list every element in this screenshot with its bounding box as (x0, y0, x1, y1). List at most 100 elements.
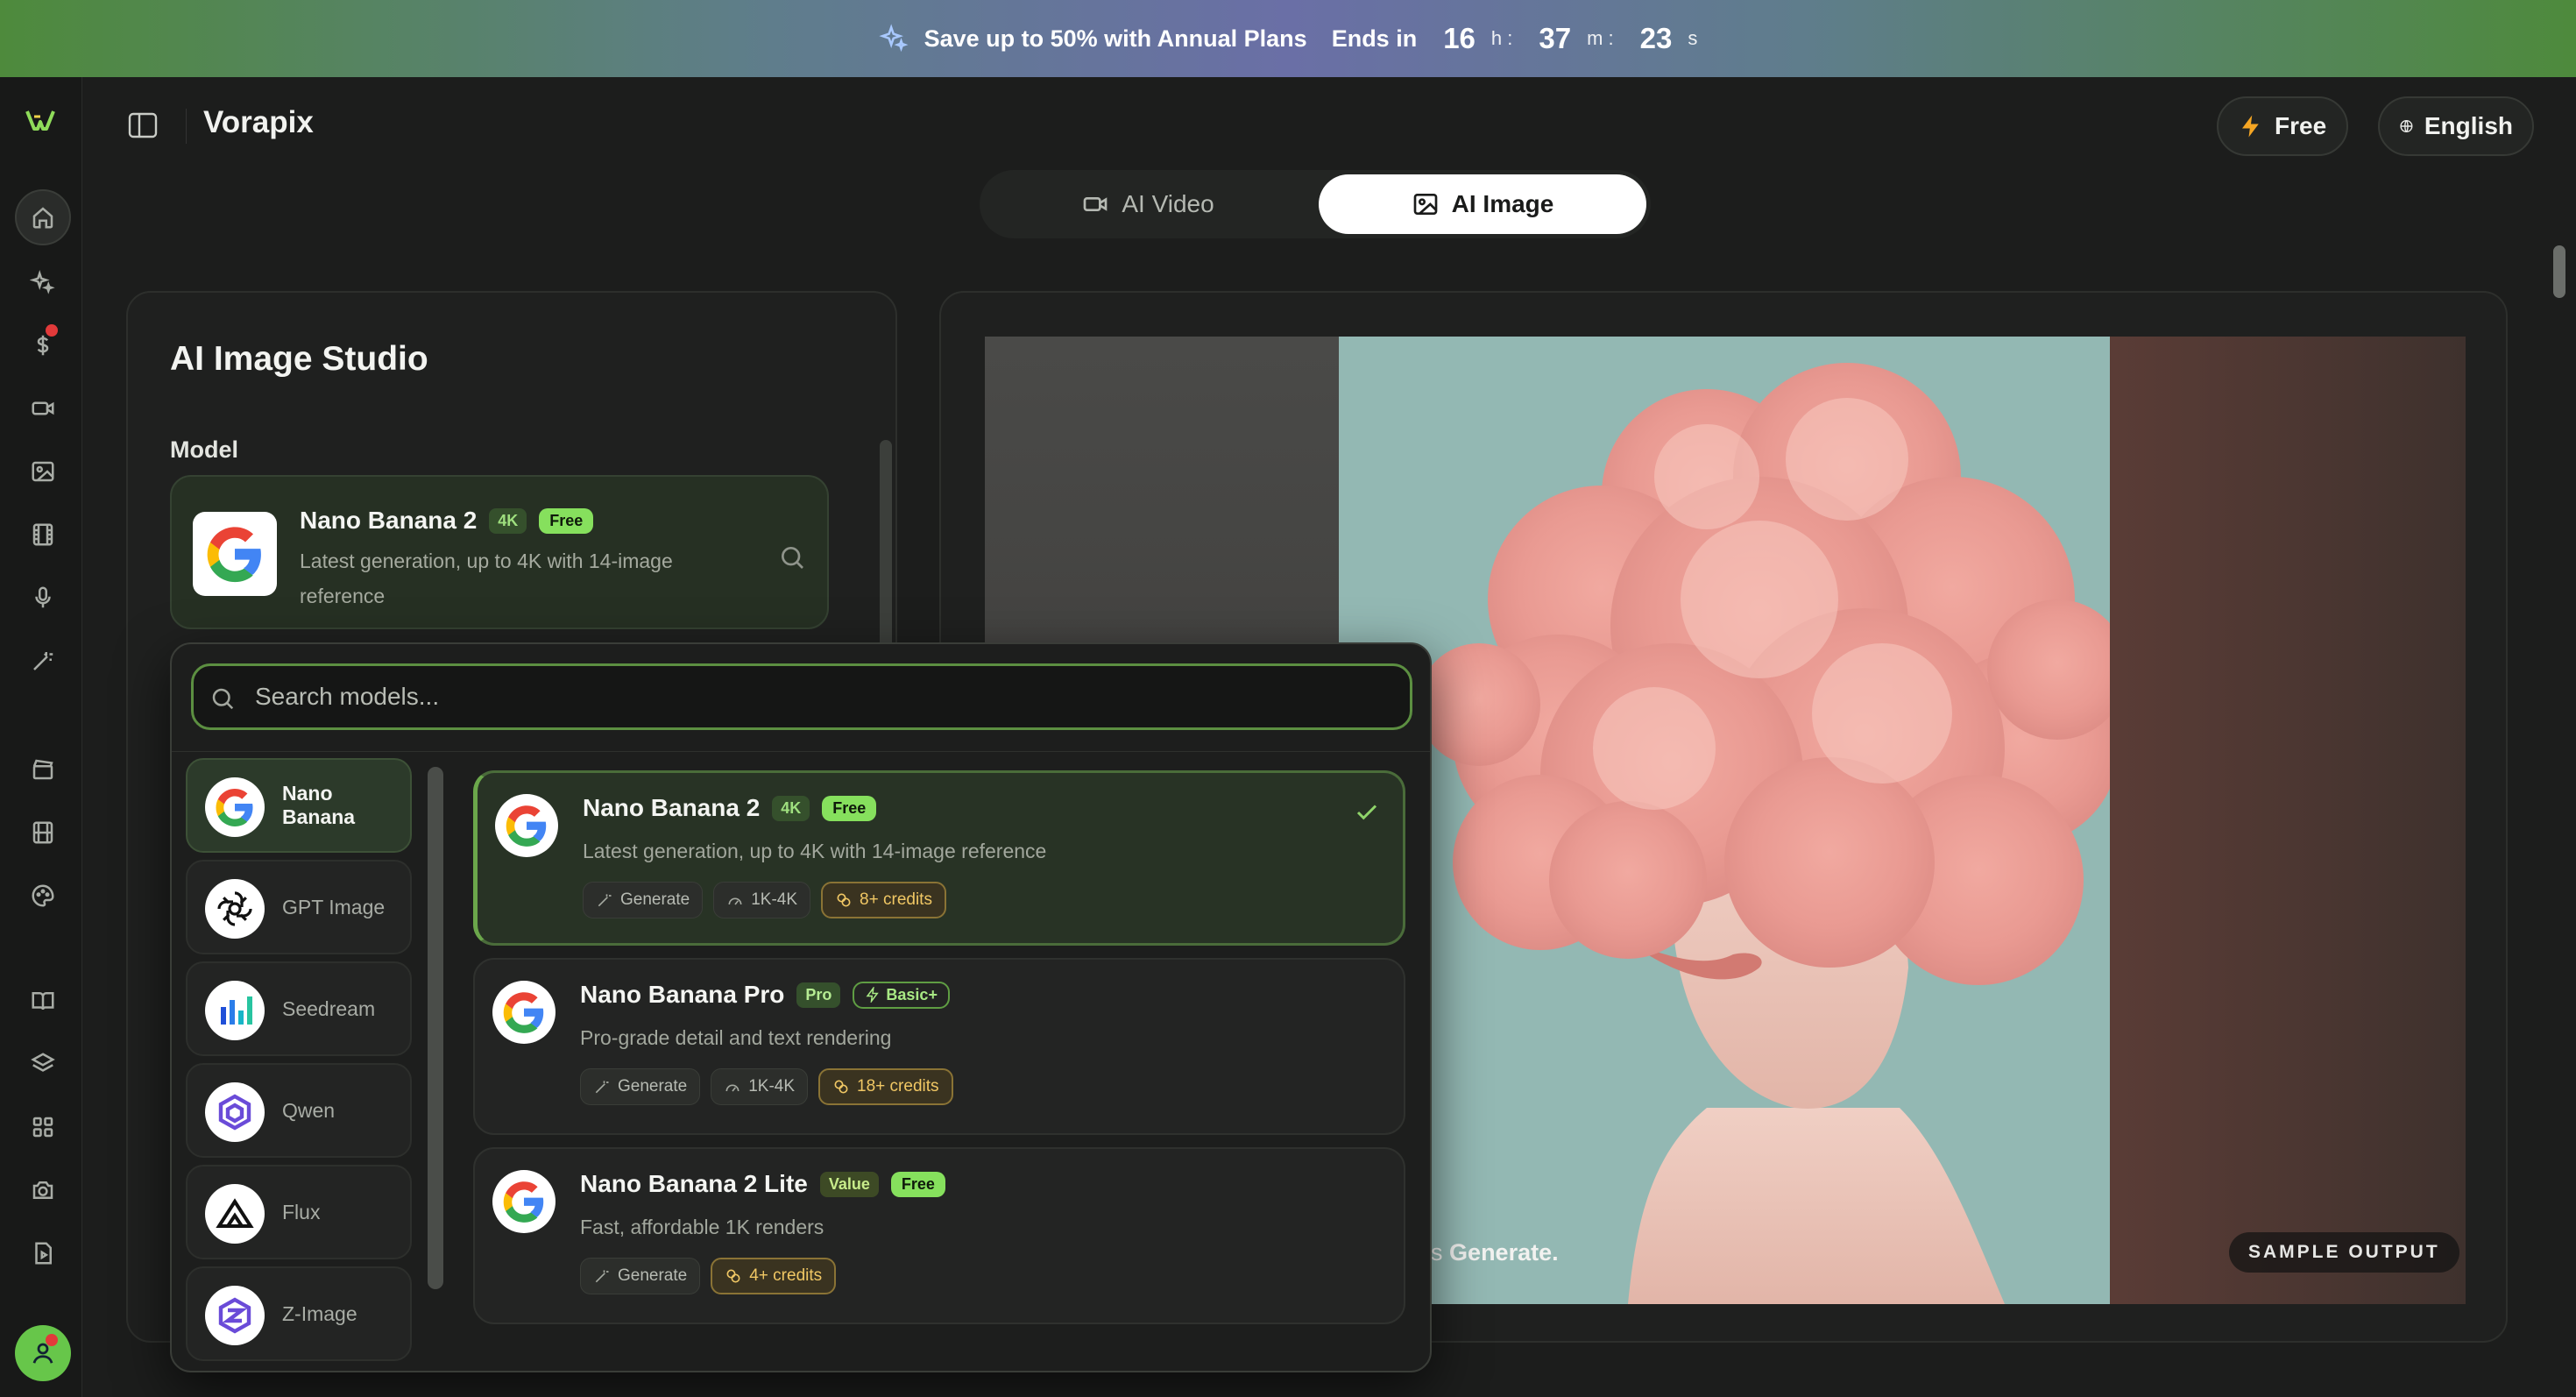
film-icon (32, 523, 53, 546)
rail-apps-button[interactable] (15, 1099, 71, 1155)
rail-pricing-button[interactable] (15, 317, 71, 373)
value-badge: Value (819, 1171, 879, 1197)
free-badge: Free (822, 795, 877, 821)
mode-switch: AI Video AI Image (980, 170, 1651, 238)
model-option-nano-banana-2[interactable]: Nano Banana 2 4K Free Latest generation,… (473, 770, 1405, 946)
video-camera-icon (1083, 197, 1108, 211)
flux-icon (205, 1184, 265, 1244)
rail-effects-button[interactable] (15, 254, 71, 310)
brand-name[interactable]: Vorapix (203, 105, 314, 140)
rail-image-button[interactable] (15, 443, 71, 500)
family-item-gpt-image[interactable]: GPT Image (186, 860, 412, 954)
countdown-hours: 16 (1443, 22, 1476, 54)
coins-icon (726, 1269, 740, 1283)
rail-media-button[interactable] (15, 1225, 71, 1281)
user-avatar[interactable] (15, 1325, 71, 1381)
model-dropdown: Nano Banana GPT Image Seedream Qwen (170, 642, 1432, 1372)
tab-ai-video-label: AI Video (1122, 190, 1214, 217)
free-badge: Free (890, 1171, 945, 1197)
google-icon (492, 981, 556, 1044)
lightning-icon (866, 987, 880, 1003)
google-icon (205, 777, 265, 837)
model-description: Latest generation, up to 4K with 14-imag… (583, 840, 1047, 862)
plan-required-label: Basic+ (886, 985, 938, 1003)
model-name-row: Nano Banana 2 4K Free (583, 794, 877, 822)
rail-audio-button[interactable] (15, 570, 71, 626)
vorapix-logo-icon[interactable] (25, 107, 56, 133)
promo-banner[interactable]: Save up to 50% with Annual Plans Ends in… (0, 0, 2576, 77)
qwen-icon (205, 1082, 265, 1142)
magic-wand-icon (595, 1081, 609, 1094)
family-item-qwen[interactable]: Qwen (186, 1063, 412, 1158)
credits-chip-label: 4+ credits (749, 1266, 823, 1285)
mode-chip-label: Generate (618, 1266, 688, 1285)
grid-icon (32, 1117, 53, 1138)
language-button[interactable]: English (2378, 96, 2534, 156)
main-scrollbar-thumb[interactable] (2553, 245, 2565, 298)
family-item-z-image[interactable]: Z-Image (186, 1266, 412, 1361)
model-name: Nano Banana 2 (583, 794, 761, 821)
resolution-chip: 1K-4K (713, 882, 811, 918)
gauge-icon (728, 897, 742, 905)
video-camera-icon (32, 401, 54, 415)
family-label: Nano Banana (282, 782, 356, 828)
family-list-scrollbar[interactable] (428, 767, 443, 1289)
rail-film-button[interactable] (15, 507, 71, 563)
model-option-nano-banana-2-lite[interactable]: Nano Banana 2 Lite Value Free Fast, affo… (473, 1147, 1405, 1324)
rail-clapper-button[interactable] (15, 741, 71, 798)
resolution-chip: 1K-4K (711, 1068, 809, 1105)
family-item-flux[interactable]: Flux (186, 1165, 412, 1259)
rail-docs-button[interactable] (15, 973, 71, 1029)
countdown-seconds-unit: s (1688, 27, 1698, 49)
notification-dot (46, 324, 58, 337)
family-label: Z-Image (282, 1301, 357, 1325)
model-option-nano-banana-pro[interactable]: Nano Banana Pro Pro Basic+ Pro-grade det… (473, 958, 1405, 1135)
openai-icon (205, 879, 265, 939)
credits-chip-label: 18+ credits (857, 1077, 939, 1096)
left-rail (0, 77, 82, 1397)
preview-right-blur (2110, 337, 2466, 1304)
plan-button[interactable]: Free (2217, 96, 2348, 156)
rail-palette-button[interactable] (15, 868, 71, 924)
rail-video-button[interactable] (15, 380, 71, 436)
credits-chip-label: 8+ credits (860, 890, 932, 909)
model-selector[interactable]: Nano Banana 2 4K Free Latest generation,… (170, 475, 829, 629)
clapperboard-icon (32, 759, 53, 780)
family-item-nano-banana[interactable]: Nano Banana (186, 758, 412, 853)
rail-layers-button[interactable] (15, 1036, 71, 1092)
sample-output-badge: SAMPLE OUTPUT (2229, 1232, 2459, 1273)
studio-title: AI Image Studio (170, 340, 428, 378)
resolution-badge: 4K (489, 507, 527, 534)
tab-ai-image[interactable]: AI Image (1319, 174, 1646, 234)
rail-magic-button[interactable] (15, 633, 71, 689)
rail-camera-button[interactable] (15, 1162, 71, 1218)
countdown-minutes-unit: m : (1587, 27, 1614, 49)
family-item-seedream[interactable]: Seedream (186, 961, 412, 1056)
video-file-icon (35, 1242, 52, 1265)
mode-chip: Generate (580, 1258, 701, 1294)
tab-ai-video[interactable]: AI Video (984, 174, 1312, 234)
check-icon (1356, 805, 1377, 820)
mode-chip-label: Generate (618, 1077, 688, 1096)
sparkles-icon (30, 270, 55, 294)
rail-filmstrip-button[interactable] (15, 805, 71, 861)
z-image-icon (205, 1286, 265, 1345)
sidebar-toggle-icon[interactable] (128, 112, 158, 138)
model-search-input[interactable] (255, 666, 1394, 727)
mode-chip: Generate (583, 882, 704, 918)
book-icon (32, 992, 54, 1011)
coins-icon (834, 1080, 848, 1094)
search-icon[interactable] (778, 543, 806, 571)
plan-label: Free (2275, 112, 2327, 139)
selected-model-name: Nano Banana 2 (300, 507, 478, 534)
model-name: Nano Banana Pro (580, 981, 785, 1008)
rail-home-button[interactable] (15, 189, 71, 245)
sample-output-image (1339, 337, 2110, 1304)
model-name: Nano Banana 2 Lite (580, 1170, 808, 1197)
model-family-list: Nano Banana GPT Image Seedream Qwen Flux… (186, 758, 412, 1371)
palette-icon (32, 884, 54, 907)
model-name-row: Nano Banana 2 Lite Value Free (580, 1170, 945, 1198)
family-label: Seedream (282, 996, 376, 1020)
pro-badge: Pro (796, 982, 841, 1008)
countdown-hours-unit: h : (1490, 27, 1513, 49)
